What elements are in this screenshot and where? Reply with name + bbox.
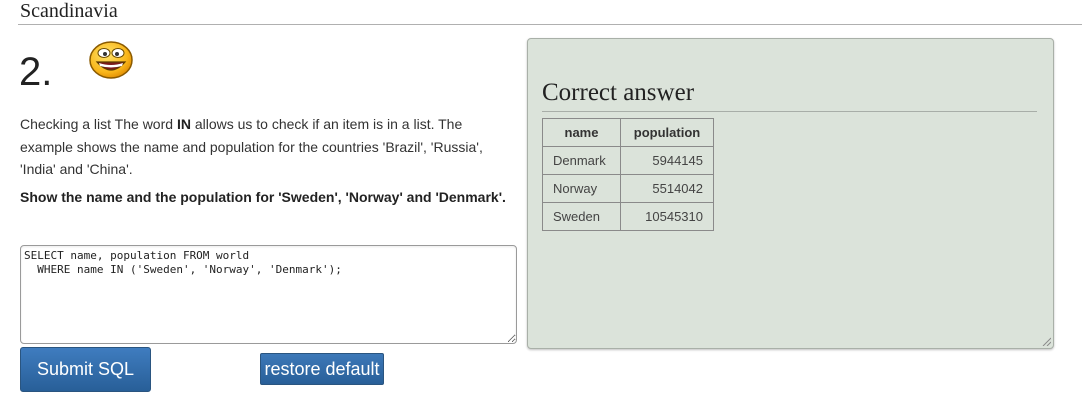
correct-answer-title: Correct answer [542,79,695,106]
resize-grip-icon[interactable] [1041,336,1051,346]
table-header-row: name population [542,118,714,147]
submit-sql-button[interactable]: Submit SQL [20,347,151,392]
section-title: Scandinavia [20,0,118,22]
question-description: Checking a list The word IN allows us to… [20,116,483,177]
answer-divider [542,111,1037,112]
question-number: 2. [19,50,53,94]
column-header-name: name [542,118,621,147]
cell-name: Sweden [542,202,621,231]
answer-table: name population Denmark 5944145 Norway 5… [542,118,714,231]
cell-population: 10545310 [620,202,714,231]
sql-editor[interactable]: SELECT name, population FROM world WHERE… [20,245,517,344]
correct-answer-panel: Correct answer name population Denmark 5… [527,38,1054,349]
question-task: Show the name and the population for 'Sw… [20,189,506,205]
table-row: Denmark 5944145 [542,146,714,175]
cell-population: 5514042 [620,174,714,203]
table-row: Norway 5514042 [542,174,714,203]
restore-default-button[interactable]: restore default [260,353,384,385]
cell-name: Norway [542,174,621,203]
column-header-population: population [620,118,714,147]
cell-population: 5944145 [620,146,714,175]
cell-name: Denmark [542,146,621,175]
keyword-in: IN [176,116,191,132]
grinning-smiley-icon [89,41,133,79]
title-divider [18,24,1082,25]
table-row: Sweden 10545310 [542,202,714,231]
